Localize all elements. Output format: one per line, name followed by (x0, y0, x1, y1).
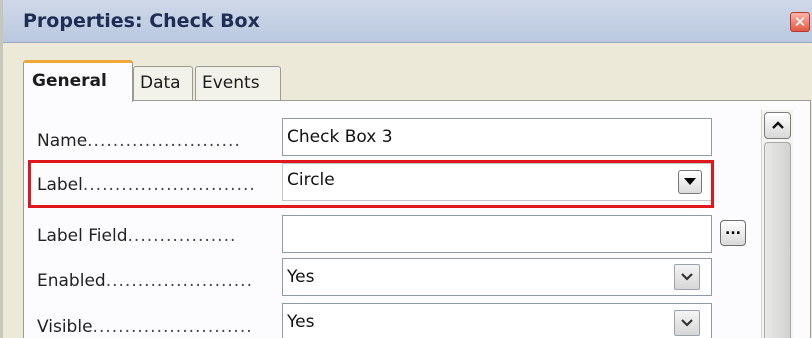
enabled-select-value: Yes (287, 267, 315, 287)
tab-data-label: Data (140, 73, 181, 93)
name-label-dots: ........................ (87, 131, 241, 151)
visible-select[interactable]: Yes (282, 303, 712, 338)
label-dropdown-button[interactable] (678, 170, 702, 194)
close-button[interactable]: ✕ (790, 12, 810, 32)
enabled-dropdown-button[interactable] (674, 264, 700, 290)
visible-label-dots: ......................... (92, 317, 253, 337)
chevron-down-icon (681, 319, 693, 327)
label-label-dots: ........................... (82, 175, 256, 195)
chevron-down-icon (681, 273, 693, 281)
tab-events[interactable]: Events (195, 66, 281, 100)
enabled-label-text: Enabled (37, 271, 106, 291)
enabled-label-dots: ....................... (105, 271, 253, 291)
label-field-label-dots: ................. (127, 226, 237, 246)
label-label: Label........................... (37, 170, 256, 200)
enabled-label: Enabled....................... (37, 266, 253, 296)
chevron-up-icon (772, 121, 784, 129)
title-bar: Properties: Check Box ✕ (3, 0, 812, 43)
tab-data[interactable]: Data (133, 66, 193, 100)
visible-label-text: Visible (37, 317, 93, 337)
close-icon: ✕ (793, 13, 807, 31)
label-field-input[interactable] (282, 215, 712, 253)
window-title: Properties: Check Box (23, 10, 260, 32)
properties-window: Properties: Check Box ✕ General Data Eve… (0, 0, 812, 338)
label-field-label-text: Label Field (37, 226, 128, 246)
scroll-up-button[interactable] (764, 112, 791, 139)
tab-bar: General Data Events (23, 60, 811, 102)
enabled-select[interactable]: Yes (282, 258, 712, 296)
visible-label: Visible......................... (37, 312, 253, 338)
name-label-text: Name (37, 131, 88, 151)
ellipsis-icon: ... (725, 222, 741, 238)
visible-dropdown-button[interactable] (674, 310, 700, 336)
tab-events-label: Events (202, 73, 260, 93)
tab-general[interactable]: General (23, 60, 133, 102)
label-label-text: Label (37, 175, 83, 195)
tab-general-label: General (32, 71, 107, 91)
scrollbar-thumb[interactable] (764, 142, 791, 338)
label-field-browse-button[interactable]: ... (720, 220, 746, 246)
name-label: Name........................ (37, 126, 241, 156)
label-combo[interactable]: Circle (282, 163, 712, 201)
name-input[interactable]: Check Box 3 (282, 118, 712, 156)
chevron-down-icon (684, 178, 696, 185)
name-input-value: Check Box 3 (287, 127, 393, 147)
visible-select-value: Yes (287, 312, 315, 332)
label-field-label: Label Field................. (37, 221, 236, 251)
label-combo-value: Circle (287, 170, 335, 190)
